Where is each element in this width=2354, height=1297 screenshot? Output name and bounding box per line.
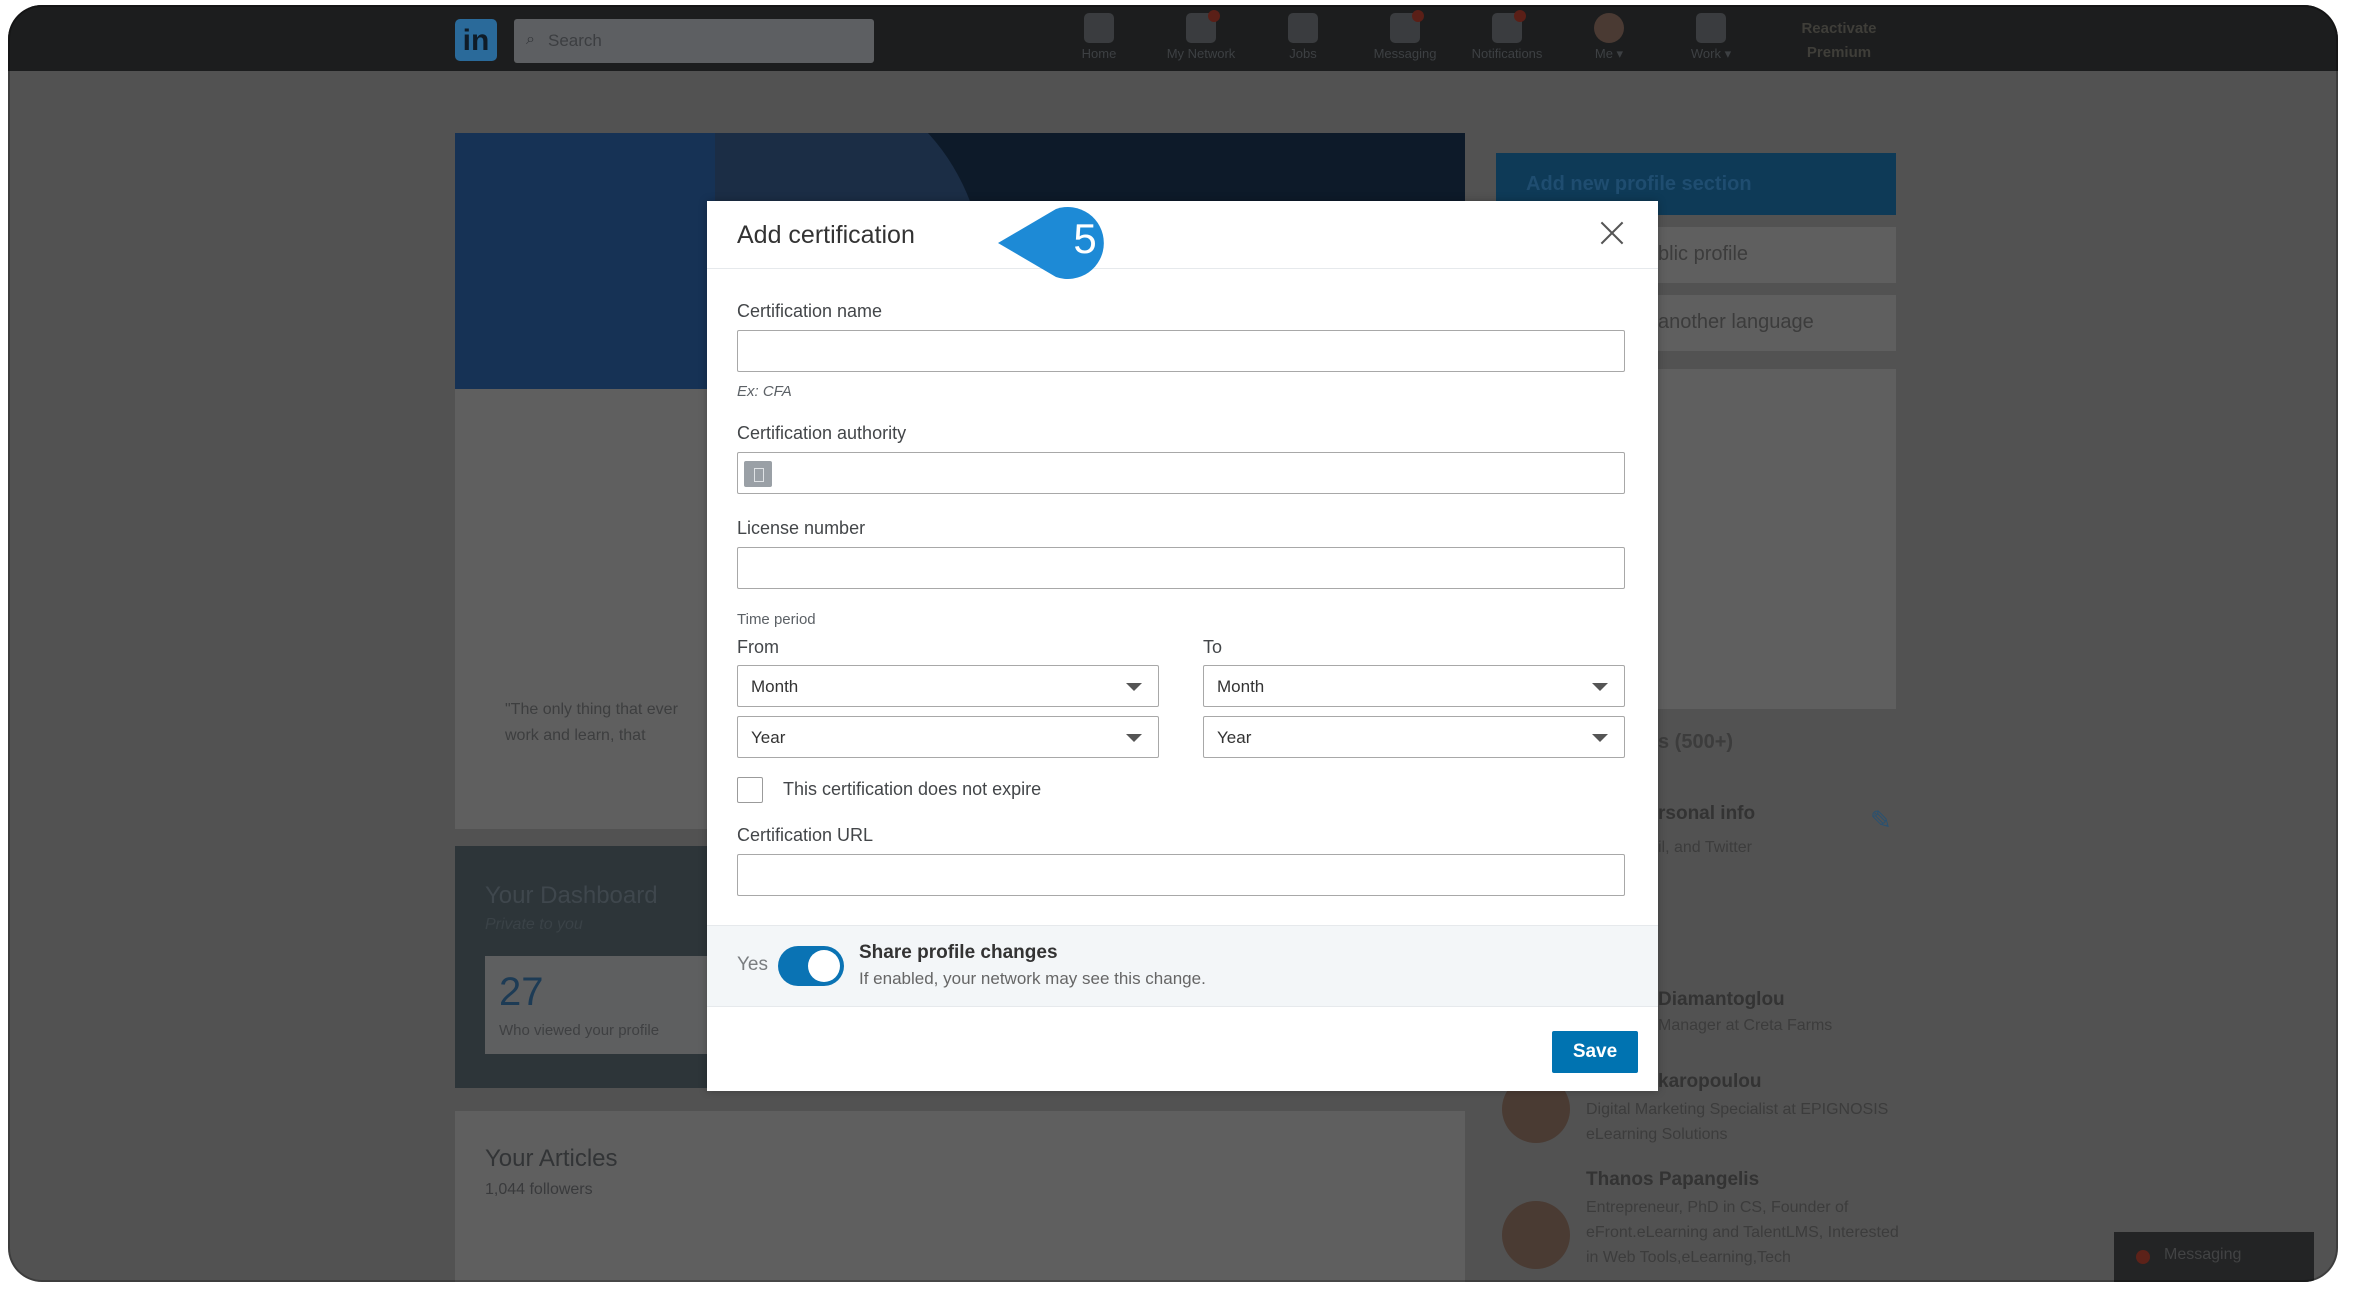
search-input[interactable]: ⌕ Search [514,19,874,63]
chevron-down-icon [1126,734,1142,742]
person-name[interactable]: Thanos Papangelis [1586,1169,1759,1191]
to-year-select[interactable]: Year [1203,716,1625,758]
personal-info-sub: il, and Twitter [1658,839,1752,856]
from-year-select[interactable]: Year [737,716,1159,758]
share-profile-description: If enabled, your network may see this ch… [859,969,1206,988]
share-profile-title: Share profile changes [859,942,1058,963]
from-month-select[interactable]: Month [737,665,1159,707]
license-number-input[interactable] [737,547,1625,589]
notification-dot [1412,10,1424,22]
notifications-icon [1492,10,1526,43]
no-expire-label: This certification does not expire [783,779,1042,799]
to-year-value: Year [1217,728,1252,747]
reactivate-premium-link[interactable]: Reactivate Premium [1784,17,1894,65]
share-profile-changes-section: Yes Share profile changes If enabled, yo… [707,925,1658,1007]
avatar [1594,13,1624,43]
person-name[interactable]: karopoulou [1658,1071,1761,1093]
person-desc: Digital Marketing Specialist at EPIGNOSI… [1586,1101,1889,1143]
to-label: To [1203,637,1223,657]
certification-name-hint: Ex: CFA [737,383,792,400]
personal-info-heading: rsonal info [1658,803,1756,824]
nav-label: Work ▾ [1690,46,1732,61]
toggle-state-label: Yes [737,954,768,975]
certification-url-label: Certification URL [737,825,874,845]
certification-authority-input[interactable] [737,452,1625,494]
home-icon [1084,13,1114,43]
network-icon [1186,10,1220,43]
from-label: From [737,637,779,657]
add-section-label: Add new profile section [1526,173,1752,195]
profile-views-count: 27 [499,970,544,1014]
nav-work[interactable]: Work ▾ [1666,13,1756,62]
notification-dot [1514,10,1526,22]
avatar[interactable] [1502,1201,1570,1269]
articles-card [455,1111,1465,1282]
nav-messaging[interactable]: Messaging [1360,10,1450,61]
messaging-icon [1390,10,1424,43]
articles-followers: 1,044 followers [485,1181,593,1198]
public-profile-link[interactable]: blic profile [1658,243,1748,266]
chevron-down-icon [1592,683,1608,691]
modal-header: Add certification [707,201,1658,269]
premium-line-2: Premium [1806,44,1872,61]
profile-quote: "The only thing that ever work and learn… [505,701,678,744]
toggle-knob [808,950,840,982]
search-placeholder: Search [548,31,602,50]
close-icon[interactable] [1596,217,1628,249]
screen-frame: in ⌕ Search Home My Network Jobs Messagi… [8,5,2338,1282]
search-icon: ⌕ [526,31,535,48]
nav-home[interactable]: Home [1054,13,1144,61]
jobs-icon [1288,13,1318,43]
no-expire-checkbox[interactable] [737,777,763,803]
grid-icon [1696,13,1726,43]
time-period-label: Time period [737,611,816,628]
certification-name-input[interactable] [737,330,1625,372]
articles-title: Your Articles [485,1145,618,1172]
license-number-label: License number [737,518,866,538]
to-month-value: Month [1217,677,1265,696]
nav-label: Messaging [1373,46,1437,61]
person-desc: Manager at Creta Farms [1658,1017,1833,1034]
from-year-value: Year [751,728,786,747]
messaging-bar[interactable]: Messaging [2114,1232,2314,1282]
profile-views-card[interactable]: 27 Who viewed your profile [485,956,735,1054]
premium-line-1: Reactivate [1801,20,1877,37]
certification-url-input[interactable] [737,854,1625,896]
step-number: 5 [1073,215,1097,262]
certification-name-label: Certification name [737,301,883,321]
messaging-label: Messaging [2164,1246,2242,1263]
chevron-down-icon [1592,734,1608,742]
messaging-status-dot [2136,1250,2150,1264]
connections-heading: s (500+) [1658,731,1734,753]
linkedin-logo[interactable]: in [455,19,497,61]
nav-label: Home [1081,46,1117,61]
nav-label: My Network [1166,46,1236,61]
profile-views-label: Who viewed your profile [499,1022,660,1039]
nav-notifications[interactable]: Notifications [1462,10,1552,61]
nav-me[interactable]: Me ▾ [1564,13,1654,62]
dashboard-title: Your Dashboard [485,882,658,909]
save-button[interactable]: Save [1552,1031,1638,1073]
chevron-down-icon [1126,683,1142,691]
dashboard-subtitle: Private to you [485,916,583,933]
nav-label: Jobs [1289,46,1317,61]
add-certification-modal: Add certification Certification name Ex:… [707,201,1658,1091]
nav-my-network[interactable]: My Network [1156,10,1246,61]
person-desc: Entrepreneur, PhD in CS, Founder of eFro… [1586,1199,1899,1266]
pencil-icon[interactable]: ✎ [1870,805,1892,836]
from-month-value: Month [751,677,799,696]
certification-authority-label: Certification authority [737,423,907,443]
company-icon [744,461,772,487]
nav-label: Me ▾ [1594,46,1624,61]
top-navigation-bar: in ⌕ Search Home My Network Jobs Messagi… [8,5,2338,71]
modal-title: Add certification [737,221,915,249]
share-profile-toggle[interactable] [778,946,844,986]
nav-label: Notifications [1471,46,1543,61]
nav-jobs[interactable]: Jobs [1258,13,1348,61]
notification-dot [1208,10,1220,22]
to-month-select[interactable]: Month [1203,665,1625,707]
another-language-link[interactable]: another language [1658,311,1814,334]
person-name[interactable]: Diamantoglou [1658,989,1785,1011]
